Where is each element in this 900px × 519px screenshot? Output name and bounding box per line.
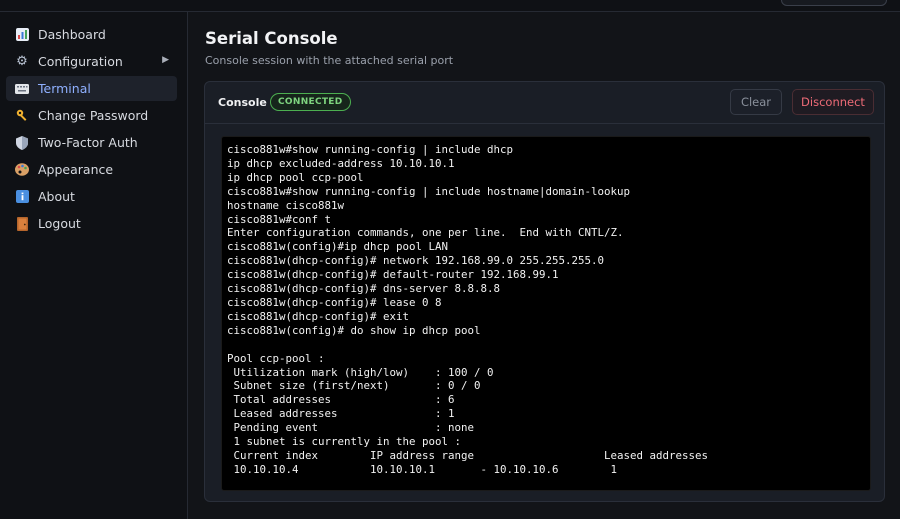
top-bar-button[interactable] [781,0,887,6]
terminal-line: ip dhcp pool ccp-pool [227,170,364,184]
terminal-line: Pool ccp-pool : [227,351,325,365]
terminal-line: Leased addresses : 1 [227,407,455,421]
disconnect-button[interactable]: Disconnect [792,89,874,115]
terminal-line: cisco881w(config)#ip dhcp pool LAN [227,240,449,254]
shield-icon [14,135,30,151]
terminal-line: 10.10.10.4 10.10.10.1 - 10.10.10.6 1 [227,462,618,476]
terminal-line: Total addresses : 6 [227,393,455,407]
sidebar-item-label: Two-Factor Auth [38,135,138,150]
chevron-right-icon: ▶ [162,55,169,65]
terminal-line: cisco881w(dhcp-config)# exit [227,309,410,323]
terminal-line: hostname cisco881w [227,198,345,212]
terminal-line: cisco881w#conf t [227,212,332,226]
terminal-output: cisco881w#show running-config | include … [222,137,870,483]
sidebar-item-label: Terminal [38,81,91,96]
page-title: Serial Console [205,29,338,48]
info-icon [14,189,30,205]
terminal-line: cisco881w#show running-config | include … [227,143,514,156]
sidebar-item-label: About [38,189,75,204]
terminal-line: Subnet size (first/next) : 0 / 0 [227,379,481,393]
sidebar-item-dashboard[interactable]: Dashboard [6,22,177,47]
status-badge: CONNECTED [270,93,351,111]
terminal[interactable]: cisco881w#show running-config | include … [221,136,871,491]
terminal-line: Pending event : none [227,421,475,435]
sidebar-item-label: Logout [38,216,81,231]
sidebar: Dashboard ⚙ Configuration ▶ Terminal Cha… [0,12,188,519]
terminal-line: cisco881w(dhcp-config)# lease 0 8 [227,295,442,309]
sidebar-item-label: Appearance [38,162,114,177]
page-subtitle: Console session with the attached serial… [205,54,454,67]
terminal-line: cisco881w#show running-config | include … [227,184,631,198]
console-header: Console CONNECTED Clear Disconnect [205,82,884,124]
terminal-line: Enter configuration commands, one per li… [227,226,624,240]
terminal-line: cisco881w(dhcp-config)# dns-server 8.8.8… [227,282,501,296]
console-card: Console CONNECTED Clear Disconnect cisco… [204,81,885,502]
terminal-line: 1 subnet is currently in the pool : [227,435,462,449]
terminal-line: Utilization mark (high/low) : 100 / 0 [227,365,494,379]
door-icon [14,216,30,232]
keyboard-icon [14,81,30,97]
console-title: Console [218,96,267,109]
gear-icon: ⚙ [16,54,28,69]
key-icon [14,108,30,124]
sidebar-item-about[interactable]: About [6,184,177,209]
top-bar [0,0,900,12]
sidebar-item-label: Dashboard [38,27,106,42]
sidebar-item-configuration[interactable]: ⚙ Configuration ▶ [6,49,177,74]
terminal-line: cisco881w(dhcp-config)# default-router 1… [227,268,559,282]
terminal-line: Current index IP address range Leased ad… [227,448,709,462]
sidebar-item-label: Change Password [38,108,149,123]
palette-icon [14,162,30,178]
terminal-line: ip dhcp excluded-address 10.10.10.1 [227,156,455,170]
sidebar-item-two-factor-auth[interactable]: Two-Factor Auth [6,130,177,155]
sidebar-item-appearance[interactable]: Appearance [6,157,177,182]
sidebar-item-label: Configuration [38,54,123,69]
sidebar-item-logout[interactable]: Logout [6,211,177,236]
sidebar-item-terminal[interactable]: Terminal [6,76,177,101]
terminal-line: cisco881w(config)# do show ip dhcp pool [227,323,481,337]
terminal-line: cisco881w(dhcp-config)# network 192.168.… [227,254,605,268]
clear-button[interactable]: Clear [730,89,782,115]
sidebar-item-change-password[interactable]: Change Password [6,103,177,128]
bar-chart-icon [14,27,30,43]
